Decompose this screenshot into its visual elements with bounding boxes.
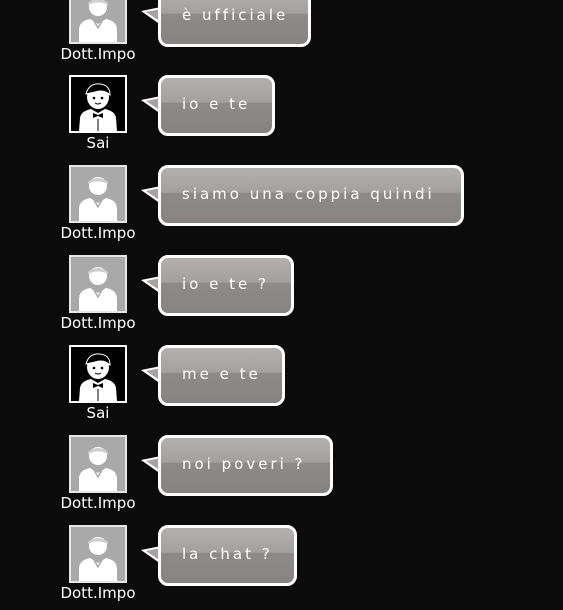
message-text: è ufficiale [182,6,289,24]
chat-message: Sai me e te [0,345,563,435]
dott-avatar-icon [69,0,127,44]
chat-message: Sai io e te [0,75,563,165]
message-bubble: è ufficiale [158,0,311,47]
message-bubble: noi poveri ? [158,435,333,496]
message-text: io e te ? [182,275,269,293]
dott-avatar-icon [69,255,127,313]
dott-avatar-icon [69,525,127,583]
message-bubble: siamo una coppia quindi [158,165,464,226]
sender-name: Sai [86,134,110,152]
sender-name: Dott.Impo [60,224,136,242]
chat-message: Dott.Impo io e te ? [0,255,563,345]
message-bubble: la chat ? [158,525,297,586]
sender-name: Dott.Impo [60,45,136,63]
dott-avatar-icon [69,165,127,223]
message-bubble: me e te [158,345,285,406]
message-text: la chat ? [182,545,273,563]
message-bubble: io e te [158,75,275,136]
chat-message: Dott.Impo la chat ? [0,525,563,610]
sender-name: Dott.Impo [60,314,136,332]
sai-avatar-icon [69,345,127,403]
chat-log: Dott.Impo è ufficiale Sai io e te Dott.I… [0,0,563,610]
sai-avatar-icon [69,75,127,133]
sender-name: Dott.Impo [60,584,136,602]
message-text: me e te [182,365,261,383]
message-text: noi poveri ? [182,455,306,473]
message-bubble: io e te ? [158,255,294,316]
chat-message: Dott.Impo noi poveri ? [0,435,563,525]
sender-name: Dott.Impo [60,494,136,512]
dott-avatar-icon [69,435,127,493]
sender-name: Sai [86,404,110,422]
chat-message: Dott.Impo siamo una coppia quindi [0,165,563,255]
message-text: io e te [182,95,251,113]
chat-message: Dott.Impo è ufficiale [0,0,563,76]
message-text: siamo una coppia quindi [182,185,435,203]
